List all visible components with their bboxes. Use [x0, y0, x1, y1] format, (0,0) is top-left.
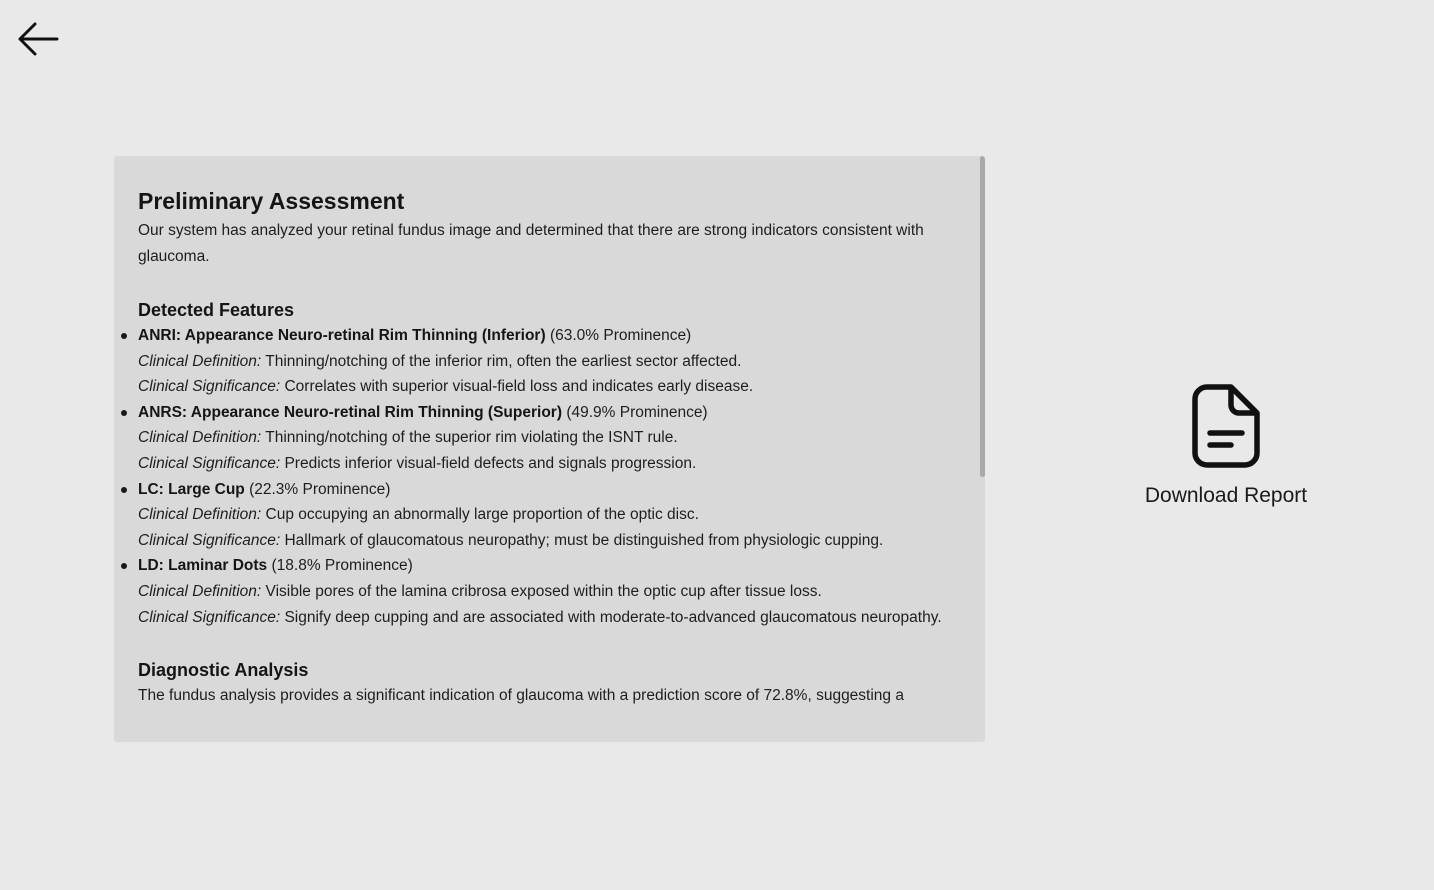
definition-label: Clinical Definition: [138, 582, 262, 600]
arrow-left-icon [18, 22, 59, 56]
back-button[interactable] [16, 20, 60, 58]
feature-definition: Thinning/notching of the superior rim vi… [265, 429, 678, 447]
detected-features-title: Detected Features [138, 300, 295, 320]
feature-prominence: (22.3% Prominence) [249, 480, 391, 498]
feature-item: LC: Large Cup (22.3% Prominence) Clinica… [121, 477, 953, 554]
diagnostic-analysis-text: The fundus analysis provides a significa… [138, 687, 904, 705]
definition-label: Clinical Definition: [138, 429, 262, 447]
definition-label: Clinical Definition: [138, 506, 262, 524]
report-panel[interactable]: Preliminary Assessment Our system has an… [114, 156, 985, 742]
significance-label: Clinical Significance: [138, 608, 281, 626]
preliminary-assessment-title: Preliminary Assessment [138, 188, 405, 214]
document-icon [1192, 384, 1260, 468]
significance-label: Clinical Significance: [138, 531, 281, 549]
feature-name: LC: Large Cup [138, 480, 245, 498]
bullet [121, 409, 127, 416]
feature-prominence: (18.8% Prominence) [271, 557, 413, 575]
feature-significance: Signify deep cupping and are associated … [284, 608, 942, 626]
feature-list: ANRI: Appearance Neuro-retinal Rim Thinn… [121, 323, 953, 630]
feature-name: ANRS: Appearance Neuro-retinal Rim Thinn… [138, 403, 562, 421]
feature-prominence: (63.0% Prominence) [549, 327, 692, 344]
significance-label: Clinical Significance: [138, 378, 281, 396]
feature-significance: Predicts inferior visual-field defects a… [284, 454, 697, 472]
download-report-label: Download Report [1144, 484, 1308, 507]
feature-definition: Thinning/notching of the inferior rim, o… [265, 352, 742, 370]
preliminary-assessment-text: Our system has analyzed your retinal fun… [138, 222, 924, 265]
feature-item: ANRI: Appearance Neuro-retinal Rim Thinn… [121, 323, 953, 400]
feature-significance: Correlates with superior visual-field lo… [284, 378, 754, 396]
feature-name: LD: Laminar Dots [138, 557, 268, 575]
definition-label: Clinical Definition: [138, 352, 262, 370]
feature-item: ANRS: Appearance Neuro-retinal Rim Thinn… [121, 400, 953, 477]
feature-name: ANRI: Appearance Neuro-retinal Rim Thinn… [138, 327, 546, 344]
feature-prominence: (49.9% Prominence) [566, 403, 708, 421]
bullet [121, 563, 127, 570]
feature-item: LD: Laminar Dots (18.8% Prominence) Clin… [121, 553, 953, 630]
feature-definition: Cup occupying an abnormally large propor… [265, 506, 699, 524]
bullet [121, 486, 127, 493]
report-content[interactable]: Preliminary Assessment Our system has an… [114, 156, 985, 742]
diagnostic-analysis-title: Diagnostic Analysis [138, 660, 309, 681]
download-report-button[interactable]: Download Report [1136, 384, 1316, 510]
feature-significance: Hallmark of glaucomatous neuropathy; mus… [284, 531, 884, 549]
feature-definition: Visible pores of the lamina cribrosa exp… [265, 582, 822, 600]
scrollbar-thumb[interactable] [980, 156, 985, 477]
bullet [121, 333, 127, 339]
significance-label: Clinical Significance: [138, 454, 281, 472]
